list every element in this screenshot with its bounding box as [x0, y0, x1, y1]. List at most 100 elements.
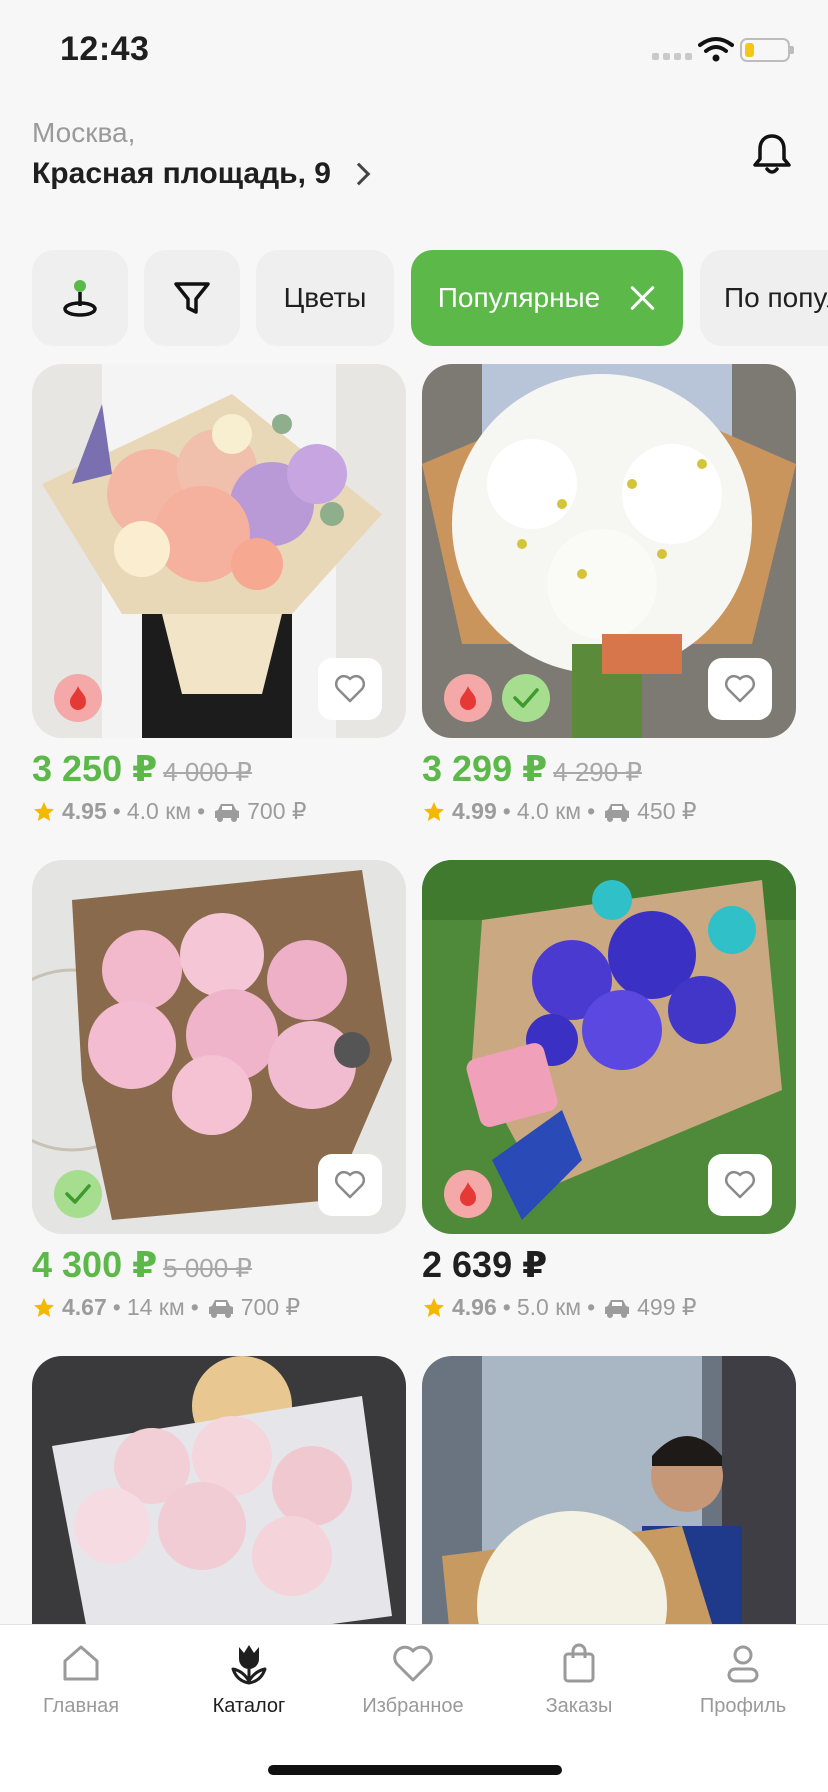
wifi-icon [698, 37, 734, 62]
profile-icon [727, 1645, 759, 1683]
flame-icon [460, 1182, 476, 1206]
chip-sort[interactable]: По популярности [700, 250, 828, 346]
status-time: 12:43 [60, 30, 150, 68]
tab-profile-label: Профиль [699, 1695, 787, 1717]
price: 2 639 ₽ [422, 1244, 548, 1285]
tab-profile[interactable]: Профиль [668, 1639, 818, 1718]
chip-flowers[interactable]: Цветы [256, 250, 394, 346]
favorite-button[interactable] [708, 1154, 772, 1216]
star-icon [34, 801, 54, 821]
heart-icon [334, 674, 366, 703]
product-photo-orchid-bouquet[interactable] [422, 860, 796, 1234]
price: 3 299 ₽ [422, 748, 548, 789]
distance: 4.0 км [126, 798, 192, 824]
tab-orders[interactable]: Заказы [504, 1639, 654, 1718]
old-price: 5 000 ₽ [163, 1253, 252, 1283]
tulip-icon [231, 1645, 267, 1685]
rating: 4.99 [452, 798, 497, 824]
product-card[interactable]: 4 300 ₽ 5 000 ₽ 4.67 • 14 км • 700 ₽ [32, 860, 406, 1321]
close-icon[interactable] [628, 284, 656, 312]
checkmark-icon [65, 1184, 91, 1204]
price-row: 2 639 ₽ [422, 1244, 796, 1286]
cellular-signal-icon [652, 53, 692, 60]
badges [444, 674, 550, 722]
hot-offer-badge [444, 1170, 492, 1218]
heart-icon [724, 1170, 756, 1199]
star-icon [424, 1297, 444, 1317]
rating: 4.95 [62, 798, 107, 824]
battery-icon [740, 38, 794, 62]
product-photo-chamomile-bouquet[interactable] [422, 364, 796, 738]
checkmark-icon [513, 688, 539, 708]
flame-icon [460, 686, 476, 710]
delivery-address[interactable]: Красная площадь, 9 [32, 157, 371, 191]
heart-icon [334, 1170, 366, 1199]
product-meta: 4.99 • 4.0 км • 450 ₽ [422, 798, 796, 825]
tab-catalog[interactable]: Каталог [174, 1639, 324, 1718]
price: 4 300 ₽ [32, 1244, 158, 1285]
address-text: Красная площадь, 9 [32, 157, 331, 190]
old-price: 4 290 ₽ [553, 757, 642, 787]
delivery-price: 450 ₽ [637, 798, 697, 824]
car-icon [208, 1299, 233, 1318]
chip-flowers-label: Цветы [283, 282, 367, 313]
home-indicator [268, 1765, 562, 1775]
funnel-icon [174, 282, 210, 314]
filter-button[interactable] [144, 250, 240, 346]
tab-orders-label: Заказы [545, 1695, 613, 1717]
city-label: Москва, [32, 117, 136, 148]
favorite-button[interactable] [318, 1154, 382, 1216]
filter-chips: Цветы Популярные По популярности [0, 248, 828, 348]
product-card[interactable]: 3 299 ₽ 4 290 ₽ 4.99 • 4.0 км • 450 ₽ [422, 364, 796, 825]
star-icon [34, 1297, 54, 1317]
delivery-price: 700 ₽ [247, 798, 307, 824]
map-pin-filter-button[interactable] [32, 250, 128, 346]
map-pin-icon [63, 280, 97, 317]
car-icon [605, 1299, 630, 1318]
distance: 4.0 км [516, 798, 582, 824]
heart-icon [393, 1645, 433, 1682]
star-icon [424, 801, 444, 821]
verified-badge [502, 674, 550, 722]
tab-home[interactable]: Главная [6, 1639, 156, 1718]
product-meta: 4.96 • 5.0 км • 499 ₽ [422, 1294, 796, 1321]
bell-icon[interactable] [748, 130, 796, 178]
badges [54, 674, 102, 722]
product-meta: 4.95 • 4.0 км • 700 ₽ [32, 798, 406, 825]
rating: 4.96 [452, 1294, 497, 1320]
heart-icon [724, 674, 756, 703]
old-price: 4 000 ₽ [163, 757, 252, 787]
home-icon [63, 1645, 99, 1681]
status-bar: 12:43 [0, 0, 828, 100]
verified-badge [54, 1170, 102, 1218]
delivery-price: 499 ₽ [637, 1294, 697, 1320]
distance: 5.0 км [516, 1294, 582, 1320]
price-row: 4 300 ₽ 5 000 ₽ [32, 1244, 406, 1286]
tab-catalog-label: Каталог [212, 1695, 286, 1717]
delivery-price: 700 ₽ [240, 1294, 301, 1320]
tab-favorites-label: Избранное [362, 1695, 464, 1717]
product-photo-peony-bouquet[interactable] [32, 860, 406, 1234]
chip-popular-label: Популярные [437, 282, 601, 313]
rating: 4.67 [62, 1294, 107, 1320]
product-meta: 4.67 • 14 км • 700 ₽ [32, 1294, 406, 1321]
hot-offer-badge [54, 674, 102, 722]
flame-icon [70, 686, 86, 710]
chip-sort-label: По популярности [724, 282, 828, 313]
tab-favorites[interactable]: Избранное [338, 1639, 488, 1718]
badges [54, 1170, 102, 1218]
product-card[interactable]: 2 639 ₽ 4.96 • 5.0 км • 499 ₽ [422, 860, 796, 1321]
tab-home-label: Главная [42, 1695, 120, 1717]
shopping-bag-icon [563, 1643, 595, 1683]
car-icon [605, 803, 630, 822]
chevron-right-icon [347, 162, 371, 186]
distance: 14 км [126, 1294, 185, 1320]
badges [444, 1170, 492, 1218]
price: 3 250 ₽ [32, 748, 158, 789]
car-icon [215, 803, 240, 822]
product-card[interactable]: 3 250 ₽ 4 000 ₽ 4.95 • 4.0 км • 700 ₽ [32, 364, 406, 825]
favorite-button[interactable] [318, 658, 382, 720]
chip-popular[interactable]: Популярные [411, 250, 683, 346]
favorite-button[interactable] [708, 658, 772, 720]
product-photo-pink-bouquet[interactable] [32, 364, 406, 738]
